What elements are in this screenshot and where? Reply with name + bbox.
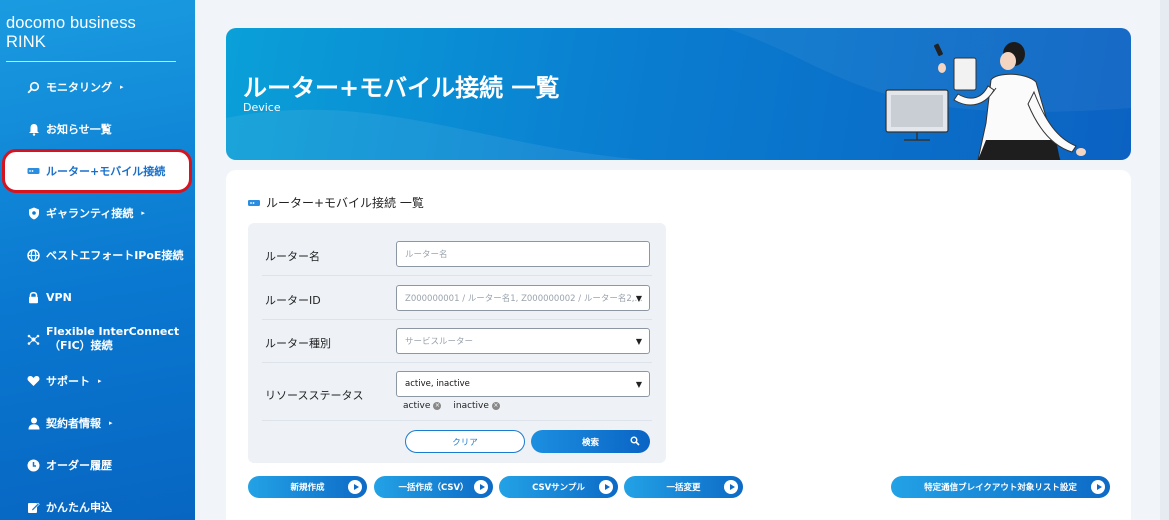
router-icon [248, 199, 260, 206]
page-subtitle: Device [243, 101, 281, 114]
globe-icon [27, 248, 40, 262]
sidebar-item-label: 契約者情報 [46, 417, 101, 430]
sidebar-item-contract[interactable]: 契約者情報 ▸ [0, 402, 195, 444]
chip-active[interactable]: active × [403, 401, 442, 411]
form-row-router-name: ルーター名 ルーター名 [262, 233, 652, 276]
sidebar-item-guarantee[interactable]: ギャランティ接続 ▸ [0, 192, 195, 234]
form-row-router-id: ルーターID Z000000001 / ルーター名1, Z000000002 /… [262, 276, 652, 320]
sidebar-item-label: VPN [46, 290, 72, 304]
sidebar-item-vpn[interactable]: VPN [0, 276, 195, 318]
clear-button[interactable]: クリア [405, 430, 525, 453]
sidebar-item-label: ベストエフォートIPoE接続 [46, 249, 184, 262]
create-new-label: 新規作成 [290, 483, 325, 493]
search-button[interactable]: 検索 [531, 430, 650, 453]
support-icon [27, 375, 40, 388]
chip-active-label: active [403, 401, 431, 411]
create-new-button[interactable]: 新規作成 [248, 476, 367, 498]
search-button-label: 検索 [581, 437, 599, 448]
monitor-search-icon [27, 81, 40, 94]
play-icon [724, 480, 738, 494]
chevron-right-icon: ▸ [120, 83, 124, 91]
sidebar-item-label: ギャランティ接続 [46, 207, 134, 220]
router-id-select[interactable]: Z000000001 / ルーター名1, Z000000002 / ルーター名2… [396, 285, 650, 311]
breakout-list-setting-button[interactable]: 特定通信ブレイクアウト対象リスト設定 [891, 476, 1110, 498]
sidebar-item-label: オーダー履歴 [46, 459, 112, 472]
sidebar-item-fic[interactable]: Flexible InterConnect （FIC）接続 [0, 318, 195, 360]
sidebar-item-label: モニタリング [46, 81, 112, 94]
bulk-change-button[interactable]: 一括変更 [624, 476, 743, 498]
breakout-list-setting-label: 特定通信ブレイクアウト対象リスト設定 [924, 483, 1077, 493]
sidebar-item-label: Flexible InterConnect （FIC）接続 [46, 325, 179, 353]
close-icon[interactable]: × [433, 401, 442, 410]
close-icon[interactable]: × [491, 401, 500, 410]
shield-icon [27, 207, 40, 220]
chevron-right-icon: ▸ [141, 209, 145, 217]
chevron-right-icon: ▸ [98, 377, 102, 385]
caret-down-icon: ▼ [635, 380, 642, 389]
status-chips: active × inactive × [403, 401, 500, 411]
router-type-select[interactable]: サービスルーター ▼ [396, 328, 650, 354]
sidebar-item-router-mobile[interactable]: ルーター+モバイル接続 [2, 149, 192, 193]
play-icon [348, 480, 362, 494]
resource-status-label: リソースステータス [265, 389, 364, 402]
csv-sample-label: CSVサンプル [532, 483, 585, 493]
sidebar-item-best-effort[interactable]: ベストエフォートIPoE接続 [0, 234, 195, 276]
user-icon [27, 417, 40, 430]
search-icon [630, 436, 640, 446]
caret-down-icon: ▼ [635, 337, 642, 346]
bulk-change-label: 一括変更 [666, 483, 701, 493]
bulk-create-csv-label: 一括作成（CSV） [398, 483, 469, 493]
clock-icon [27, 459, 40, 472]
chevron-right-icon: ▸ [109, 419, 113, 427]
sidebar-item-label: ルーター+モバイル接続 [46, 165, 166, 178]
sidebar-item-label-line1: Flexible InterConnect [46, 325, 180, 338]
brand-logo[interactable]: docomo business RINK [6, 14, 176, 62]
router-id-label: ルーターID [265, 294, 321, 307]
form-row-router-type: ルーター種別 サービスルーター ▼ [262, 320, 652, 363]
sidebar-item-order-history[interactable]: オーダー履歴 [0, 444, 195, 486]
panel-title: ルーター+モバイル接続 一覧 [248, 194, 424, 211]
resource-status-value: active, inactive [405, 379, 470, 389]
sidebar-item-label: サポート [46, 375, 90, 388]
csv-sample-button[interactable]: CSVサンプル [499, 476, 618, 498]
router-name-label: ルーター名 [265, 250, 320, 263]
search-form: ルーター名 ルーター名 ルーターID Z000000001 / ルーター名1, … [248, 223, 666, 463]
play-icon [1091, 480, 1105, 494]
router-type-label: ルーター種別 [265, 337, 331, 350]
sidebar-item-support[interactable]: サポート ▸ [0, 360, 195, 402]
caret-down-icon: ▼ [635, 294, 642, 303]
sidebar-item-notices[interactable]: お知らせ一覧 [0, 108, 195, 150]
bell-icon [27, 123, 40, 136]
resource-status-select[interactable]: active, inactive ▼ [396, 371, 650, 397]
chip-inactive[interactable]: inactive × [453, 401, 500, 411]
bulk-create-csv-button[interactable]: 一括作成（CSV） [374, 476, 493, 498]
main-content: ルーター+モバイル接続 一覧 Device ルーター+モバイル接続 一覧 ルータ… [195, 0, 1169, 520]
sidebar-item-label-line2: （FIC）接続 [49, 339, 113, 352]
panel-title-text: ルーター+モバイル接続 一覧 [266, 196, 424, 210]
router-id-placeholder: Z000000001 / ルーター名1, Z000000002 / ルーター名2… [405, 294, 643, 304]
form-row-resource-status: リソースステータス active, inactive ▼ active × ina… [262, 363, 652, 421]
scrollbar[interactable] [1160, 0, 1169, 520]
network-icon [27, 333, 40, 346]
router-icon [27, 165, 40, 178]
edit-icon [27, 501, 40, 514]
lock-icon [27, 291, 40, 304]
sidebar-item-label: お知らせ一覧 [46, 123, 112, 136]
play-icon [599, 480, 613, 494]
page-title: ルーター+モバイル接続 一覧 [243, 74, 560, 102]
search-panel: ルーター+モバイル接続 一覧 ルーター名 ルーター名 ルーターID Z00000… [226, 170, 1131, 520]
sidebar-item-monitoring[interactable]: モニタリング ▸ [0, 66, 195, 108]
router-name-input[interactable]: ルーター名 [396, 241, 650, 267]
hero-banner: ルーター+モバイル接続 一覧 Device [226, 28, 1131, 160]
sidebar-item-easy-apply[interactable]: かんたん申込 [0, 486, 195, 520]
sidebar: docomo business RINK モニタリング ▸ お知らせ一覧 ルータ… [0, 0, 195, 520]
chip-inactive-label: inactive [453, 401, 489, 411]
router-type-placeholder: サービスルーター [405, 337, 474, 347]
sidebar-item-label: かんたん申込 [46, 501, 112, 514]
play-icon [474, 480, 488, 494]
